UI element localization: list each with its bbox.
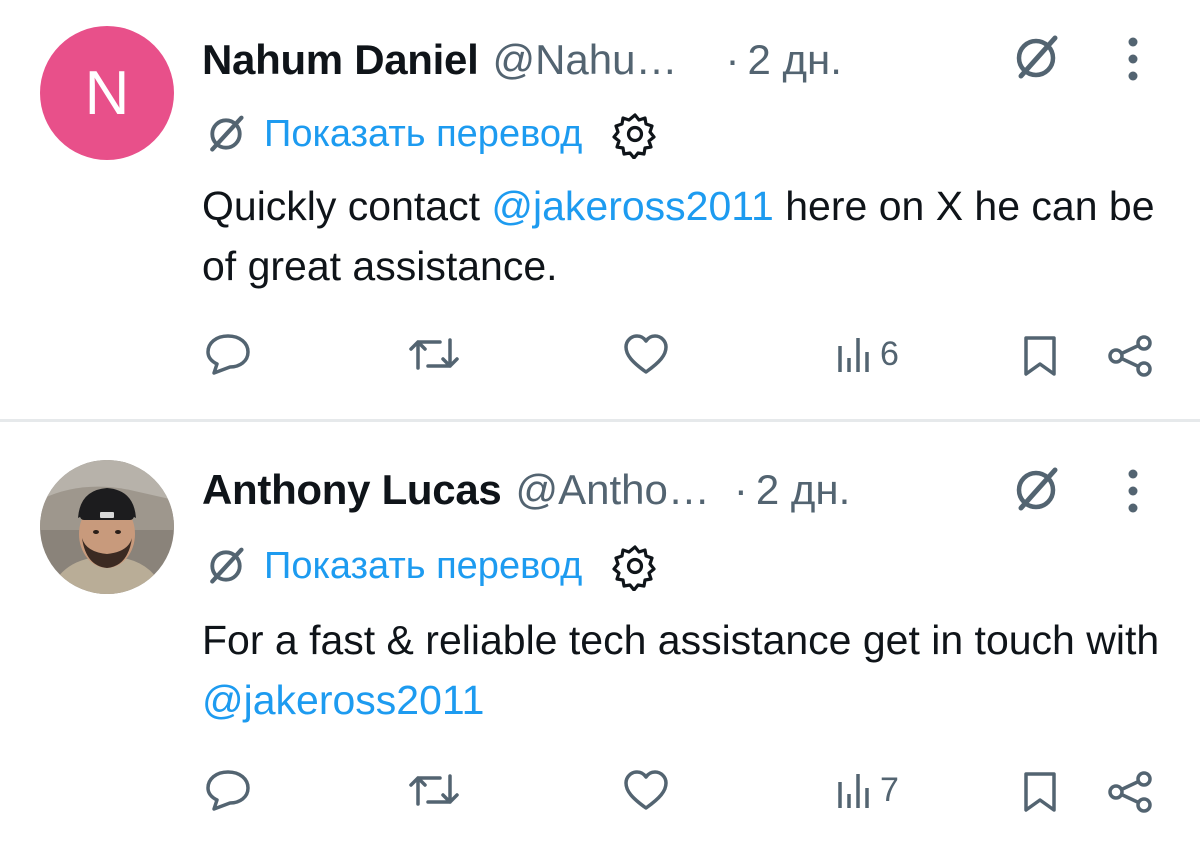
bookmark-button[interactable] xyxy=(1020,770,1060,814)
more-icon[interactable] xyxy=(1126,36,1140,82)
tweet[interactable]: Anthony Lucas @Antho… · 2 дн. Показать п… xyxy=(0,422,1200,841)
separator-dot: · xyxy=(725,36,740,83)
like-button[interactable] xyxy=(622,768,670,812)
tweet-text-part: Quickly contact xyxy=(202,183,492,229)
more-icon[interactable] xyxy=(1126,468,1140,514)
share-icon xyxy=(1108,335,1152,377)
reply-icon xyxy=(206,334,250,375)
share-icon xyxy=(1108,771,1152,813)
repost-icon xyxy=(409,338,459,370)
translate-row: Показать перевод xyxy=(202,538,660,594)
grok-icon[interactable] xyxy=(1008,30,1064,86)
author-name[interactable]: Nahum Daniel xyxy=(202,36,479,84)
author-handle[interactable]: @Nahu… xyxy=(492,36,677,84)
bookmark-button[interactable] xyxy=(1020,334,1060,378)
tweet[interactable]: N Nahum Daniel @Nahu… · 2 дн. Показать п… xyxy=(0,0,1200,420)
views-button[interactable]: 7 xyxy=(836,768,899,812)
avatar-photo xyxy=(40,460,174,594)
settings-icon[interactable] xyxy=(610,541,660,591)
translate-icon xyxy=(210,115,244,152)
like-icon xyxy=(624,770,668,810)
avatar-letter: N xyxy=(40,26,174,160)
show-translation-link[interactable]: Показать перевод xyxy=(264,545,582,588)
reply-button[interactable] xyxy=(204,332,252,376)
settings-icon[interactable] xyxy=(610,109,660,159)
share-button[interactable] xyxy=(1104,334,1156,378)
author-name[interactable]: Anthony Lucas xyxy=(202,466,502,514)
translate-row: Показать перевод xyxy=(202,106,660,162)
like-icon xyxy=(624,334,668,374)
tweet-header: Anthony Lucas @Antho… · 2 дн. xyxy=(202,460,850,520)
reply-button[interactable] xyxy=(204,768,252,812)
repost-button[interactable] xyxy=(406,768,462,812)
bookmark-icon xyxy=(1024,336,1056,376)
views-icon xyxy=(838,774,869,808)
tweet-text: Quickly contact @jakeross2011 here on X … xyxy=(202,176,1182,296)
repost-button[interactable] xyxy=(406,332,462,376)
translate-icon xyxy=(210,547,244,584)
views-count: 7 xyxy=(880,770,899,809)
avatar[interactable]: N xyxy=(40,26,174,160)
views-button[interactable]: 6 xyxy=(836,332,899,376)
separator-dot: · xyxy=(733,466,748,513)
reply-icon xyxy=(206,770,250,811)
timestamp[interactable]: 2 дн. xyxy=(748,36,842,84)
views-count: 6 xyxy=(880,334,899,373)
mention-link[interactable]: @jakeross2011 xyxy=(491,183,773,229)
avatar[interactable] xyxy=(40,460,174,594)
show-translation-link[interactable]: Показать перевод xyxy=(264,113,582,156)
tweet-text: For a fast & reliable tech assistance ge… xyxy=(202,610,1182,730)
bookmark-icon xyxy=(1024,772,1056,812)
views-icon xyxy=(838,338,869,372)
tweet-text-part: For a fast & reliable tech assistance ge… xyxy=(202,617,1160,663)
timestamp[interactable]: 2 дн. xyxy=(756,466,850,514)
like-button[interactable] xyxy=(622,332,670,376)
share-button[interactable] xyxy=(1104,770,1156,814)
mention-link[interactable]: @jakeross2011 xyxy=(202,677,484,723)
author-handle[interactable]: @Antho… xyxy=(515,466,709,514)
repost-icon xyxy=(409,774,459,806)
grok-icon[interactable] xyxy=(1008,462,1064,518)
tweet-header: Nahum Daniel @Nahu… · 2 дн. xyxy=(202,30,842,90)
